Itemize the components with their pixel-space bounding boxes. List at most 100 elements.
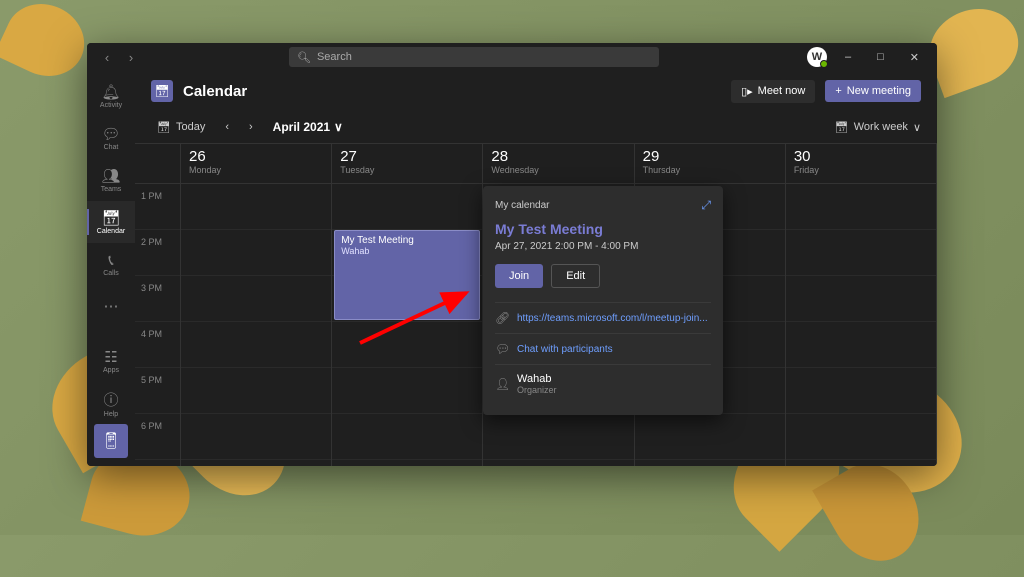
search-icon: 🔍︎ — [297, 51, 311, 64]
calendar-header-icon: 📅︎ — [151, 80, 173, 102]
day-number: 30 — [794, 148, 928, 165]
meet-now-label: Meet now — [758, 85, 806, 97]
sidebar-item-label: Calendar — [97, 228, 125, 235]
calendar-icon: 📅︎ — [101, 209, 120, 227]
content-header: 📅︎ Calendar ▯▸ Meet now + New meeting — [135, 71, 937, 111]
time-label: 2 PM — [141, 237, 162, 247]
prev-week-button[interactable]: ‹ — [219, 118, 235, 136]
day-number: 27 — [340, 148, 474, 165]
sidebar-item-mobile[interactable]: 📱︎ — [94, 424, 128, 458]
chat-icon: 💬︎ — [495, 342, 509, 356]
avatar[interactable]: W — [807, 47, 827, 67]
teams-icon: 👥︎ — [101, 167, 120, 185]
event-organizer: Wahab — [341, 246, 473, 256]
meeting-details-popover: My calendar ⤢ My Test Meeting Apr 27, 20… — [483, 186, 723, 415]
chat-participants-label: Chat with participants — [517, 344, 613, 355]
day-column-friday[interactable]: 30Friday — [786, 144, 937, 466]
day-name: Friday — [794, 165, 928, 175]
presence-indicator — [820, 60, 828, 68]
day-column-monday[interactable]: 26Monday — [181, 144, 332, 466]
search-placeholder: Search — [317, 51, 352, 63]
time-label: 5 PM — [141, 375, 162, 385]
sidebar-item-label: Activity — [100, 102, 122, 109]
apps-icon: ☷ — [104, 348, 117, 366]
meet-now-button[interactable]: ▯▸ Meet now — [731, 80, 815, 103]
calendar-content: 📅︎ Calendar ▯▸ Meet now + New meeting 📅︎… — [135, 71, 937, 466]
chat-participants-row[interactable]: 💬︎ Chat with participants — [495, 333, 711, 364]
mobile-icon: 📱︎ — [101, 431, 121, 451]
time-label: 6 PM — [141, 421, 162, 431]
sidebar-item-label: Chat — [104, 144, 119, 151]
popover-calendar-name: My calendar — [495, 200, 549, 211]
plus-icon: + — [835, 85, 841, 97]
today-button[interactable]: 📅︎ Today — [151, 118, 211, 137]
sidebar: 🔔︎ Activity 💬︎ Chat 👥︎ Teams 📅︎ Calendar… — [87, 71, 135, 466]
link-icon: 🔗︎ — [495, 311, 509, 325]
day-name: Wednesday — [491, 165, 625, 175]
day-name: Monday — [189, 165, 323, 175]
sidebar-item-label: Apps — [103, 367, 119, 374]
sidebar-item-teams[interactable]: 👥︎ Teams — [87, 159, 135, 201]
join-button[interactable]: Join — [495, 264, 543, 288]
time-label: 3 PM — [141, 283, 162, 293]
time-column: 1 PM 2 PM 3 PM 4 PM 5 PM 6 PM — [135, 144, 181, 466]
day-number: 29 — [643, 148, 777, 165]
calendar-toolbar: 📅︎ Today ‹ › April 2021 ∨ 📅︎ Work week ∨ — [135, 111, 937, 143]
organizer-role: Organizer — [517, 385, 557, 395]
meeting-link: https://teams.microsoft.com/l/meetup-joi… — [517, 313, 711, 324]
next-week-button[interactable]: › — [243, 118, 259, 136]
chat-icon: 💬︎ — [101, 125, 120, 143]
day-name: Tuesday — [340, 165, 474, 175]
expand-button[interactable]: ⤢ — [701, 198, 711, 213]
sidebar-item-apps[interactable]: ☷ Apps — [87, 340, 135, 382]
bell-icon: 🔔︎ — [101, 83, 120, 101]
search-input[interactable]: 🔍︎ Search — [289, 47, 659, 67]
popover-title: My Test Meeting — [495, 221, 711, 237]
sidebar-item-chat[interactable]: 💬︎ Chat — [87, 117, 135, 159]
meeting-link-row[interactable]: 🔗︎ https://teams.microsoft.com/l/meetup-… — [495, 302, 711, 333]
view-selector[interactable]: 📅︎ Work week ∨ — [835, 121, 921, 134]
new-meeting-label: New meeting — [847, 85, 911, 97]
sidebar-item-label: Teams — [101, 186, 122, 193]
person-icon: 👤︎ — [495, 377, 509, 391]
view-label: Work week — [854, 121, 908, 133]
sidebar-item-activity[interactable]: 🔔︎ Activity — [87, 75, 135, 117]
sidebar-item-help[interactable]: ⓘ Help — [87, 382, 135, 424]
teams-window: ‹ › 🔍︎ Search W – □ ✕ 🔔︎ Activity — [87, 43, 937, 466]
phone-icon: 📞︎ — [108, 252, 113, 269]
day-number: 26 — [189, 148, 323, 165]
sidebar-item-label: Help — [104, 411, 118, 418]
view-icon: 📅︎ — [835, 121, 849, 134]
time-label: 4 PM — [141, 329, 162, 339]
sidebar-item-calendar[interactable]: 📅︎ Calendar — [87, 201, 135, 243]
forward-button[interactable]: › — [121, 47, 141, 67]
today-label: Today — [176, 121, 205, 133]
popover-time: Apr 27, 2021 2:00 PM - 4:00 PM — [495, 241, 711, 252]
video-icon: ▯▸ — [741, 85, 753, 98]
more-icon: ⋯ — [104, 297, 119, 315]
minimize-button[interactable]: – — [837, 47, 859, 67]
sidebar-item-calls[interactable]: 📞︎ Calls — [87, 243, 135, 285]
chevron-down-icon: ∨ — [913, 121, 921, 134]
chevron-down-icon: ∨ — [334, 120, 343, 134]
sidebar-item-more[interactable]: ⋯ — [87, 285, 135, 327]
event-title: My Test Meeting — [341, 235, 473, 246]
organizer-name: Wahab — [517, 373, 557, 385]
month-text: April 2021 — [273, 120, 330, 134]
new-meeting-button[interactable]: + New meeting — [825, 80, 921, 102]
titlebar: ‹ › 🔍︎ Search W – □ ✕ — [87, 43, 937, 71]
day-name: Thursday — [643, 165, 777, 175]
sidebar-item-label: Calls — [103, 270, 119, 277]
time-label: 1 PM — [141, 191, 162, 201]
close-button[interactable]: ✕ — [902, 47, 927, 68]
calendar-grid: 1 PM 2 PM 3 PM 4 PM 5 PM 6 PM 26Monday 2… — [135, 143, 937, 466]
month-selector[interactable]: April 2021 ∨ — [273, 120, 343, 134]
back-button[interactable]: ‹ — [97, 47, 117, 67]
edit-button[interactable]: Edit — [551, 264, 600, 288]
maximize-button[interactable]: □ — [869, 47, 892, 67]
today-icon: 📅︎ — [157, 121, 171, 134]
day-column-tuesday[interactable]: 27Tuesday My Test Meeting Wahab — [332, 144, 483, 466]
help-icon: ⓘ — [103, 389, 118, 410]
organizer-row: 👤︎ Wahab Organizer — [495, 364, 711, 403]
page-title: Calendar — [183, 83, 721, 100]
